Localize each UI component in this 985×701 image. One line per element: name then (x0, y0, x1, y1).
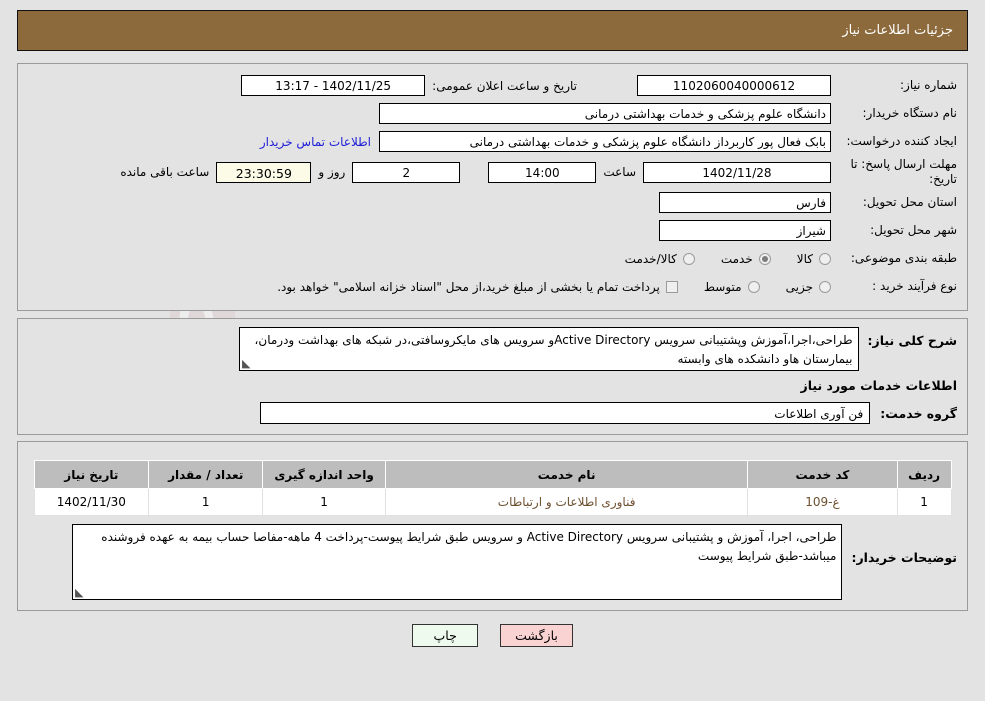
buyer-org-label: نام دستگاه خریدار: (862, 106, 958, 120)
table-header-row: ردیف کد خدمت نام خدمت واحد اندازه گیری ت… (33, 460, 952, 489)
province-label: استان محل تحویل: (862, 195, 957, 209)
purchase-type-label: نوع فرآیند خرید : (872, 279, 957, 293)
remaining-label: ساعت باقی مانده (120, 165, 210, 179)
page-title: جزئیات اطلاعات نیاز (842, 23, 953, 38)
radio-icon[interactable] (682, 252, 695, 265)
category-option-kala-khedmat[interactable]: کالا/خدمت (625, 252, 695, 266)
header-bar: جزئیات اطلاعات نیاز (17, 10, 968, 51)
row-need-description: شرح کلی نیاز: طراحی،اجرا،آموزش وپشتیبانی… (28, 327, 957, 371)
creator-value: بابک فعال پور کاربرداز دانشگاه علوم پزشک… (379, 131, 831, 152)
col-name: نام خدمت (385, 460, 749, 489)
purchase-option-jozei[interactable]: جزیی (786, 280, 831, 294)
deadline-label: مهلت ارسال پاسخ: تا تاریخ: (850, 157, 957, 186)
table-row[interactable]: 1 غ-109 فناوری اطلاعات و ارتباطات 1 1 14… (33, 488, 952, 516)
radio-icon[interactable] (758, 252, 771, 265)
col-date: تاریخ نیاز (33, 460, 150, 489)
col-index: ردیف (896, 460, 952, 489)
row-province: استان محل تحویل: فارس (28, 190, 957, 215)
col-unit: واحد اندازه گیری (262, 460, 387, 489)
need-description-panel: شرح کلی نیاز: طراحی،اجرا،آموزش وپشتیبانی… (17, 318, 968, 435)
row-need-number: شماره نیاز: 1102060040000612 تاریخ و ساع… (28, 73, 957, 98)
announce-label: تاریخ و ساعت اعلان عمومی: (432, 78, 577, 93)
col-quantity: تعداد / مقدار (148, 460, 264, 489)
province-value: فارس (659, 192, 831, 213)
cell-quantity: 1 (148, 488, 264, 516)
need-description-textarea[interactable]: طراحی،اجرا،آموزش وپشتیبانی سرویس Active … (238, 327, 859, 371)
back-button[interactable]: بازگشت (500, 624, 573, 647)
checkbox-icon[interactable] (665, 280, 678, 293)
service-group-value: فن آوری اطلاعات (260, 402, 871, 424)
resize-grip-icon[interactable]: ◢ (242, 357, 252, 370)
row-city: شهر محل تحویل: شیراز (28, 218, 957, 243)
category-radio-group: کالا خدمت کالا/خدمت (599, 252, 831, 266)
need-info-panel: شماره نیاز: 1102060040000612 تاریخ و ساع… (17, 63, 968, 311)
resize-grip-icon[interactable]: ◢ (75, 586, 85, 599)
remaining-days-value: 2 (352, 161, 461, 183)
buyer-notes-value: طراحی، اجرا، آموزش و پشتیبانی سرویس Acti… (101, 530, 837, 563)
radio-icon[interactable] (819, 252, 831, 265)
deadline-hour-value: 14:00 (488, 161, 597, 183)
days-label: روز و (318, 165, 346, 179)
items-panel: ردیف کد خدمت نام خدمت واحد اندازه گیری ت… (17, 441, 968, 611)
treasury-checkbox-item[interactable]: پرداخت تمام یا بخشی از مبلغ خرید،از محل … (277, 280, 678, 294)
treasury-checkbox-label: پرداخت تمام یا بخشی از مبلغ خرید،از محل … (277, 279, 660, 294)
services-table: ردیف کد خدمت نام خدمت واحد اندازه گیری ت… (33, 460, 952, 516)
category-option-khedmat[interactable]: خدمت (721, 252, 771, 266)
need-description-label: شرح کلی نیاز: (867, 333, 957, 348)
city-label: شهر محل تحویل: (870, 223, 957, 237)
services-section-title: اطلاعات خدمات مورد نیاز (800, 378, 958, 393)
category-option-label: کالا/خدمت (624, 251, 677, 266)
category-option-label: کالا (796, 251, 813, 266)
radio-icon[interactable] (747, 280, 760, 293)
category-option-kala[interactable]: کالا (797, 252, 831, 266)
row-deadline: مهلت ارسال پاسخ: تا تاریخ: 1402/11/28 سا… (28, 157, 957, 187)
category-label: طبقه بندی موضوعی: (850, 251, 957, 265)
print-button[interactable]: چاپ (412, 624, 479, 647)
page-root: AriaTender.net جزئیات اطلاعات نیاز شماره… (0, 10, 985, 701)
purchase-option-label: متوسط (703, 279, 742, 294)
need-number-value: 1102060040000612 (637, 75, 831, 96)
row-creator: ایجاد کننده درخواست: بابک فعال پور کاربر… (28, 129, 957, 154)
need-number-label: شماره نیاز: (900, 78, 957, 92)
announce-value: 1402/11/25 - 13:17 (241, 75, 426, 96)
hour-label: ساعت (603, 165, 636, 179)
purchase-option-motevasset[interactable]: متوسط (704, 280, 760, 294)
buyer-notes-label: توضیحات خریدار: (851, 550, 957, 565)
deadline-date-value: 1402/11/28 (643, 161, 831, 183)
row-buyer-notes: توضیحات خریدار: طراحی، اجرا، آموزش و پشت… (28, 524, 957, 600)
creator-label: ایجاد کننده درخواست: (846, 134, 957, 148)
category-option-label: خدمت (720, 251, 753, 266)
radio-icon[interactable] (819, 280, 831, 293)
cell-code: غ-109 (747, 488, 898, 516)
cell-unit: 1 (262, 488, 387, 516)
city-value: شیراز (659, 220, 831, 241)
purchase-type-radio-group: جزیی متوسط پرداخت تمام یا بخشی از مبلغ خ… (277, 280, 831, 294)
service-group-label: گروه خدمت: (880, 405, 957, 421)
cell-name: فناوری اطلاعات و ارتباطات (385, 488, 749, 516)
col-code: کد خدمت (747, 460, 898, 489)
buyer-org-value: دانشگاه علوم پزشکی و خدمات بهداشتی درمان… (379, 103, 831, 124)
row-purchase-type: نوع فرآیند خرید : جزیی متوسط پرداخت تمام… (28, 274, 957, 299)
purchase-option-label: جزیی (785, 279, 813, 294)
buyer-notes-textarea[interactable]: طراحی، اجرا، آموزش و پشتیبانی سرویس Acti… (72, 524, 843, 600)
row-buyer-org: نام دستگاه خریدار: دانشگاه علوم پزشکی و … (28, 101, 957, 126)
cell-date: 1402/11/30 (33, 488, 150, 516)
cell-index: 1 (896, 488, 952, 516)
need-description-value: طراحی،اجرا،آموزش وپشتیبانی سرویس Active … (254, 333, 853, 366)
row-service-group: گروه خدمت: فن آوری اطلاعات (28, 402, 957, 424)
footer-actions: بازگشت چاپ (8, 624, 977, 647)
buyer-contact-link[interactable]: اطلاعات تماس خریدار (252, 135, 379, 149)
countdown-timer: 23:30:59 (216, 161, 312, 183)
row-category: طبقه بندی موضوعی: کالا خدمت کالا/خدمت (28, 246, 957, 271)
